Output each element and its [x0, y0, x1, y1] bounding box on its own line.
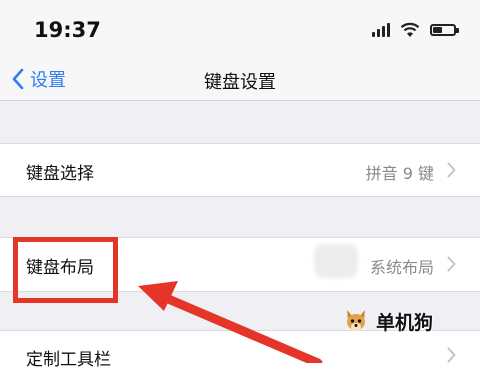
watermark: 单机狗 [342, 306, 433, 336]
status-time: 19:37 [34, 18, 101, 42]
page-title: 键盘设置 [204, 72, 276, 93]
status-icons [372, 22, 459, 38]
chevron-right-icon [447, 347, 456, 363]
row-label: 键盘选择 [26, 164, 94, 184]
blur-smudge [314, 244, 358, 278]
watermark-text: 单机狗 [376, 311, 434, 334]
wifi-icon [400, 22, 420, 37]
custom-toolbar-row[interactable]: 定制工具栏 [0, 330, 480, 371]
keyboard-select-row[interactable]: 键盘选择 拼音 9 键 [0, 143, 480, 197]
dog-logo-icon [347, 310, 365, 331]
annotation-highlight-box [13, 237, 118, 303]
battery-icon [430, 24, 459, 36]
status-bar: 19:37 [0, 0, 480, 58]
chevron-right-icon [447, 256, 456, 272]
row-label: 定制工具栏 [26, 350, 111, 370]
row-value: 拼音 9 键 [365, 164, 434, 183]
chevron-right-icon [447, 162, 456, 178]
row-value: 系统布局 [369, 258, 434, 277]
signal-icon [372, 23, 392, 37]
navigation-bar: 设置 键盘设置 [0, 58, 480, 101]
